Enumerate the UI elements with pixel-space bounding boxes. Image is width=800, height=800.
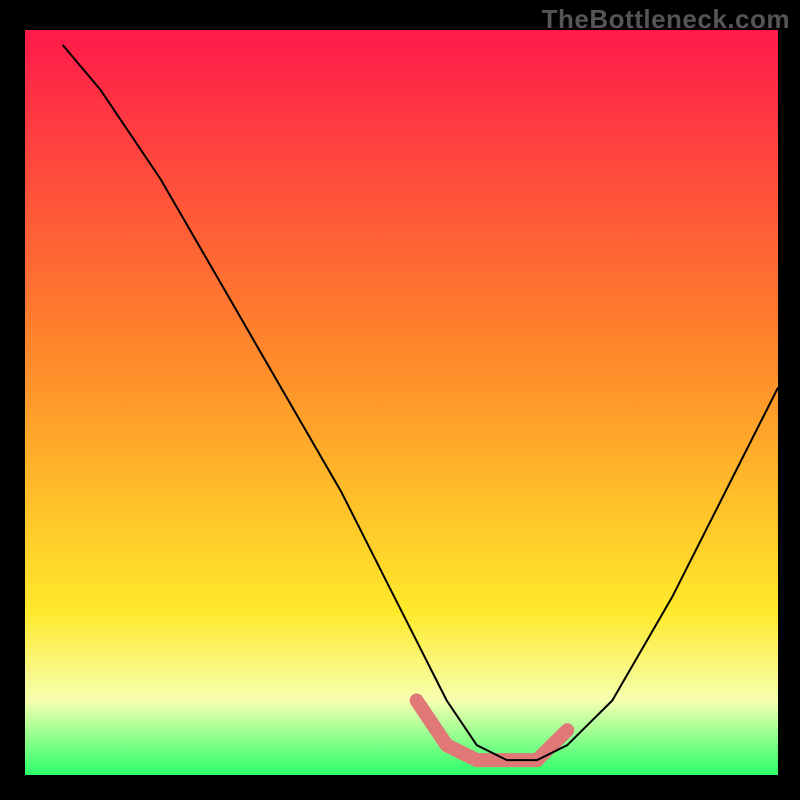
- chart-container: TheBottleneck.com: [0, 0, 800, 800]
- bottleneck-chart: [0, 0, 800, 800]
- watermark-text: TheBottleneck.com: [542, 4, 790, 35]
- gradient-background: [25, 30, 778, 775]
